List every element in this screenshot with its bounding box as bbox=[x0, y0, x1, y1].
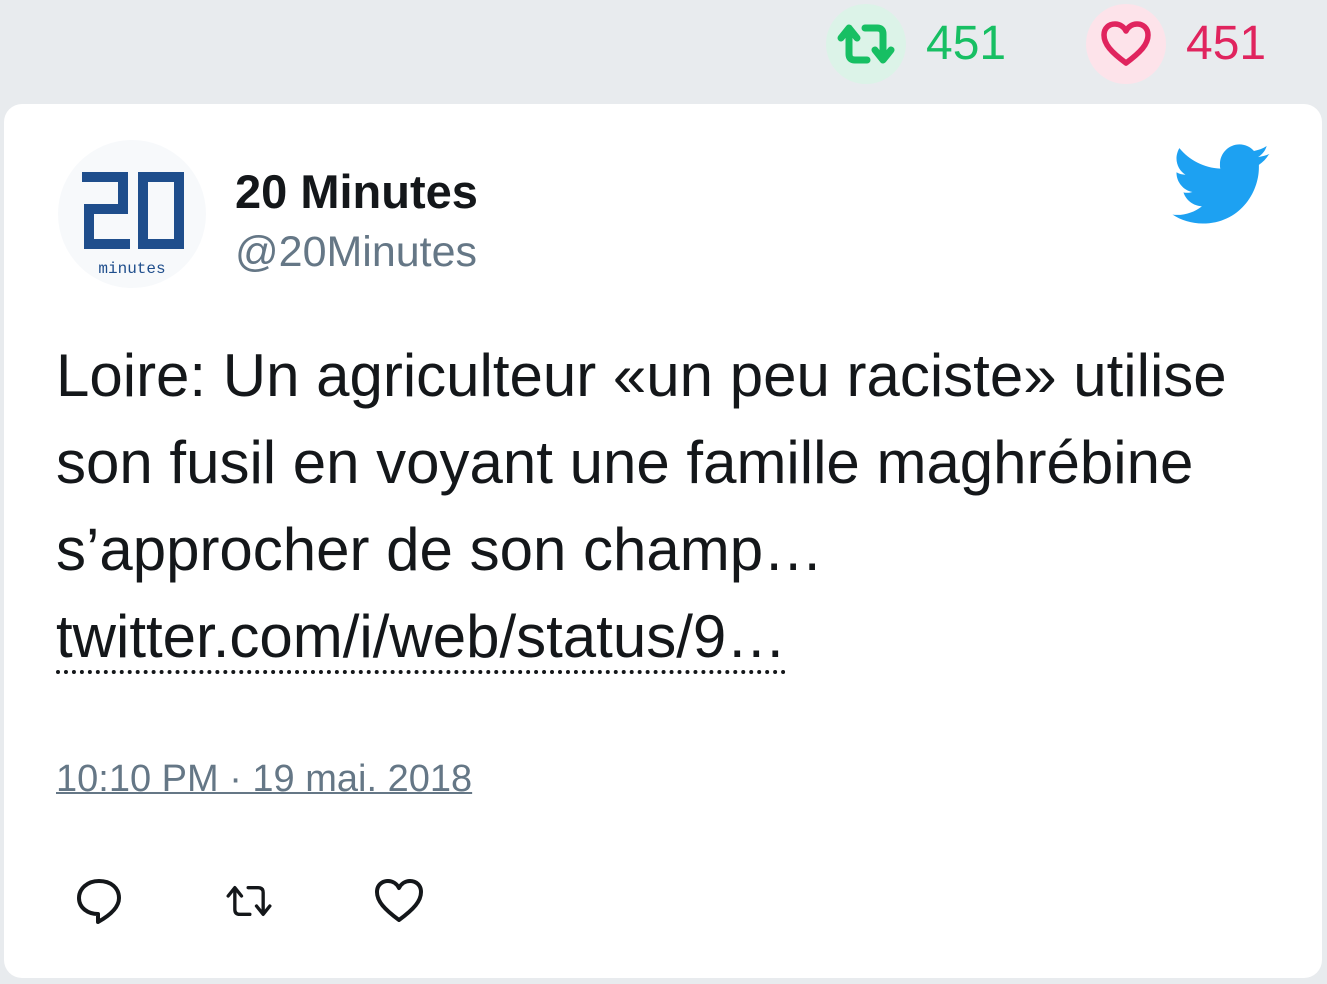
retweet-icon[interactable] bbox=[826, 4, 906, 84]
retweet-count: 451 bbox=[926, 17, 1007, 70]
twitter-bird-icon[interactable] bbox=[1172, 144, 1272, 231]
tweet-link[interactable]: twitter.com/i/web/status/9… bbox=[56, 603, 787, 674]
avatar[interactable]: minutes bbox=[58, 140, 206, 288]
author-name[interactable]: 20 Minutes bbox=[235, 164, 478, 219]
avatar-subtext: minutes bbox=[98, 260, 165, 278]
tweet-actions bbox=[74, 876, 524, 926]
tweet-text-body: Loire: Un agriculteur «un peu raciste» u… bbox=[56, 342, 1227, 583]
reply-icon[interactable] bbox=[74, 876, 124, 926]
tweet-timestamp[interactable]: 10:10 PM · 19 mai. 2018 bbox=[56, 758, 472, 801]
like-icon[interactable] bbox=[374, 876, 424, 926]
tweet-card: minutes 20 Minutes @20Minutes Loire: Un … bbox=[4, 104, 1322, 978]
heart-icon[interactable] bbox=[1086, 4, 1166, 84]
tweet-text: Loire: Un agriculteur «un peu raciste» u… bbox=[56, 332, 1256, 680]
stats-bar: 451 451 bbox=[0, 0, 1327, 100]
author-handle[interactable]: @20Minutes bbox=[235, 228, 477, 277]
retweet-icon[interactable] bbox=[224, 876, 274, 926]
retweet-stat[interactable]: 451 bbox=[826, 4, 1006, 84]
like-stat[interactable]: 451 bbox=[1086, 4, 1266, 84]
like-count: 451 bbox=[1186, 17, 1267, 70]
